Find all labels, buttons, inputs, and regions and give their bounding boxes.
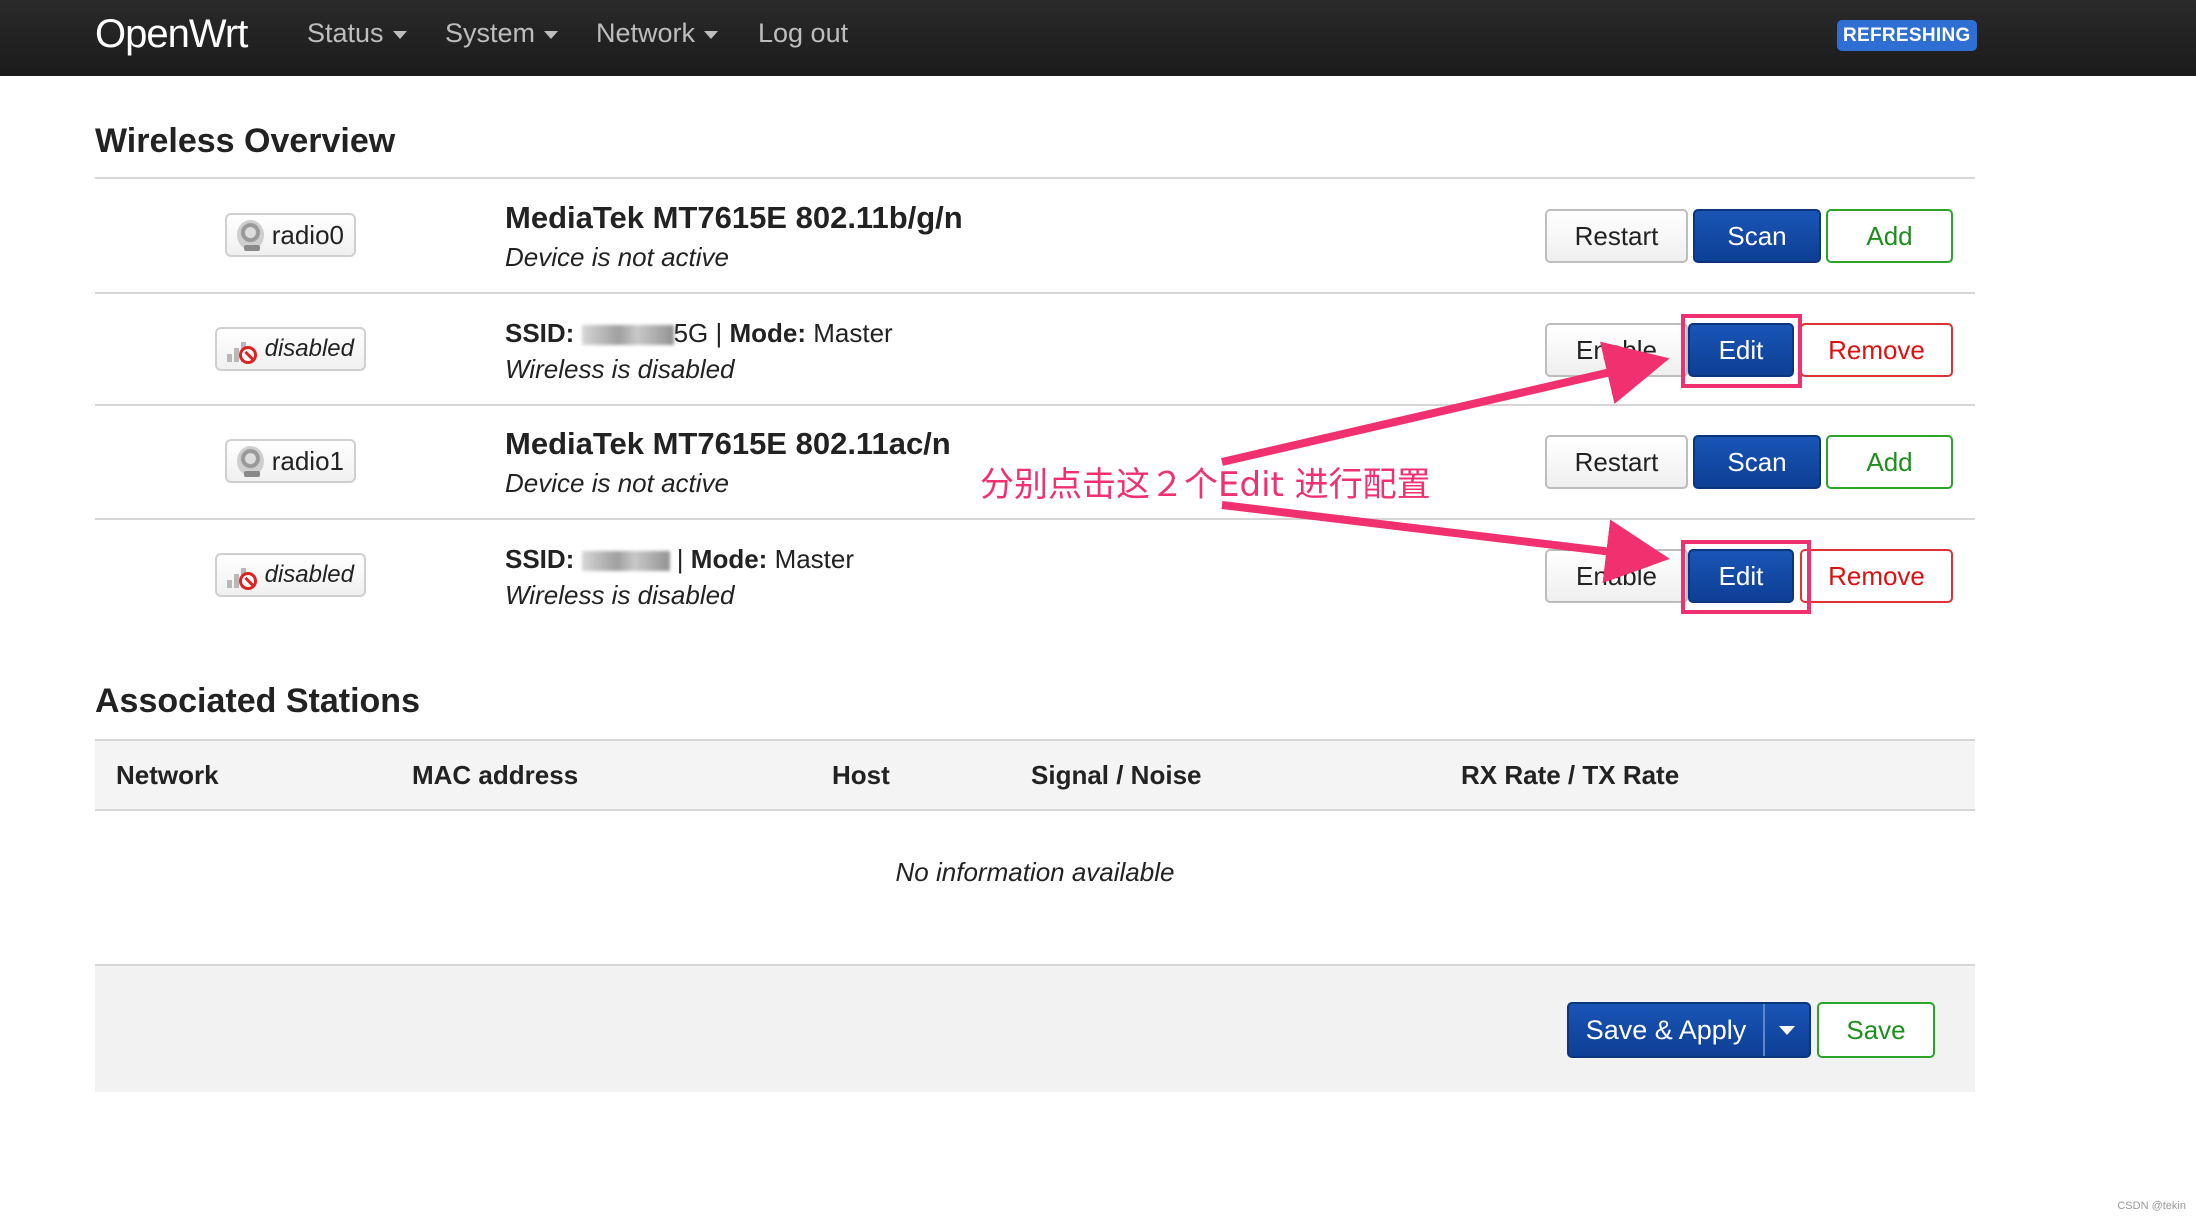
arrow-to-edit-2 bbox=[1221, 501, 1670, 584]
col-mac-address: MAC address bbox=[412, 760, 579, 790]
associated-stations-title: Associated Stations bbox=[95, 682, 420, 720]
col-signal-noise: Signal / Noise bbox=[1031, 760, 1202, 790]
col-host: Host bbox=[832, 760, 890, 790]
watermark: CSDN @tekin bbox=[2117, 1200, 2186, 1212]
col-rx-tx-rate: RX Rate / TX Rate bbox=[1461, 760, 1680, 790]
stations-table-header: Network MAC address Host Signal / Noise … bbox=[95, 739, 1975, 811]
save-apply-dropdown[interactable] bbox=[1765, 1004, 1809, 1056]
save-apply-button[interactable]: Save & Apply bbox=[1569, 1004, 1765, 1056]
col-network: Network bbox=[116, 760, 219, 790]
save-button[interactable]: Save bbox=[1817, 1002, 1935, 1058]
arrow-to-edit-1 bbox=[1221, 341, 1670, 466]
save-apply-split-button[interactable]: Save & Apply bbox=[1567, 1002, 1811, 1058]
stations-empty-message: No information available bbox=[895, 857, 1175, 887]
chevron-down-icon bbox=[1779, 1025, 1795, 1035]
